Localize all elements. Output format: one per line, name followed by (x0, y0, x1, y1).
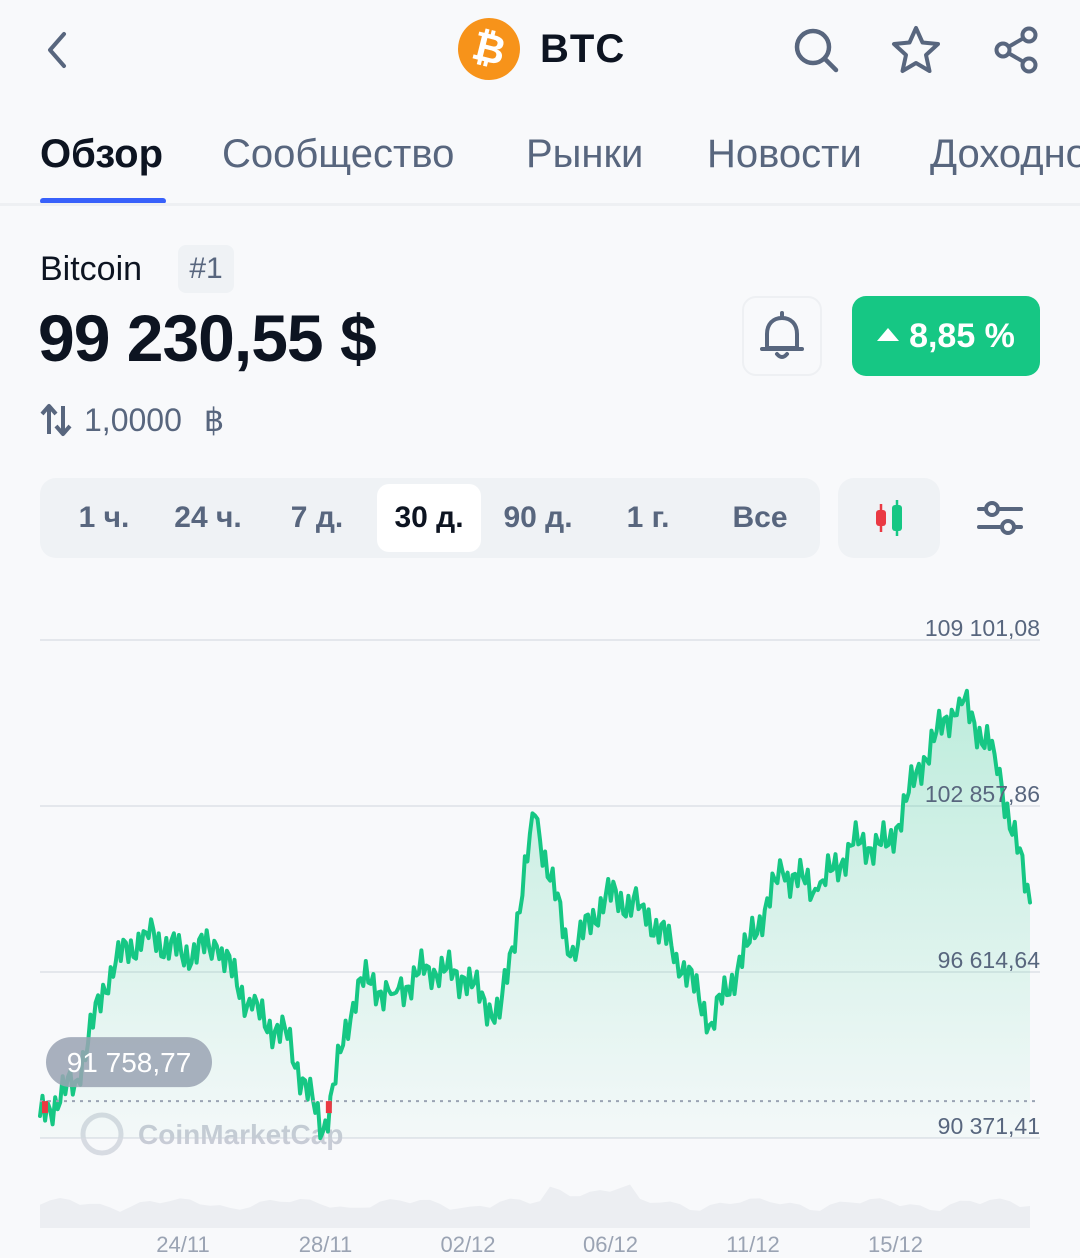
up-triangle-icon (877, 327, 900, 341)
bitcoin-logo-icon: ₿ (451, 11, 527, 87)
x-tick-label: 24/11 (156, 1232, 209, 1257)
x-tick-label: 06/12 (583, 1232, 638, 1257)
range-1h[interactable]: 1 ч. (50, 484, 158, 552)
start-price-label: 91 758,77 (67, 1047, 192, 1078)
coin-name: Bitcoin (40, 250, 143, 288)
section-tabs: Обзор Сообщество Рынки Новости Доходно (0, 110, 1080, 206)
back-button[interactable] (30, 22, 86, 78)
range-24h[interactable]: 24 ч. (158, 484, 258, 552)
search-icon (794, 28, 839, 73)
low-marker (325, 1101, 332, 1114)
price-change-badge: 8,85 % (852, 296, 1040, 376)
y-tick-label: 90 371,41 (938, 1113, 1040, 1139)
tab-markets[interactable]: Рынки (526, 132, 643, 177)
search-button[interactable] (786, 20, 846, 80)
price-chart[interactable]: CoinMarketCap 91 758,77 109 101,08102 85… (0, 590, 1080, 1258)
star-icon (892, 26, 940, 73)
candlestick-icon (876, 500, 902, 536)
bell-icon (760, 311, 804, 359)
conversion-unit: ฿ (203, 402, 225, 438)
range-all[interactable]: Все (704, 484, 816, 552)
current-price: 99 230,55 $ (38, 301, 377, 375)
coin-symbol: BTC (540, 26, 626, 71)
sliders-icon (977, 501, 1023, 535)
conversion-value: 1,0000 (84, 401, 182, 438)
y-tick-label: 102 857,86 (925, 781, 1040, 807)
watchlist-button[interactable] (886, 20, 946, 80)
active-tab-indicator (40, 198, 166, 203)
y-tick-label: 109 101,08 (925, 615, 1040, 641)
tab-community[interactable]: Сообщество (222, 132, 454, 177)
range-90d[interactable]: 90 д. (486, 484, 590, 552)
tab-yield[interactable]: Доходно (930, 132, 1080, 177)
chart-settings-button[interactable] (960, 478, 1040, 558)
swap-arrows-icon (40, 404, 72, 436)
x-tick-label: 02/12 (440, 1232, 495, 1257)
conversion-row[interactable]: 1,0000 ฿ (40, 400, 224, 440)
low-marker (42, 1101, 48, 1114)
top-bar: ₿ BTC (0, 0, 1080, 100)
x-tick-label: 15/12 (868, 1232, 923, 1257)
time-range-selector: 1 ч. 24 ч. 7 д. 30 д. 90 д. 1 г. Все (40, 478, 820, 558)
coin-title: ₿ BTC (451, 11, 626, 87)
range-1y[interactable]: 1 г. (600, 484, 696, 552)
rank-badge: #1 (178, 245, 234, 293)
x-tick-label: 11/12 (726, 1232, 779, 1257)
tab-overview[interactable]: Обзор (40, 132, 163, 177)
volume-area (40, 1184, 1030, 1228)
range-7d[interactable]: 7 д. (266, 484, 368, 552)
share-button[interactable] (986, 20, 1046, 80)
y-tick-label: 96 614,64 (938, 947, 1041, 973)
price-alert-button[interactable] (742, 296, 822, 376)
price-change-value: 8,85 % (909, 316, 1015, 355)
range-30d[interactable]: 30 д. (377, 484, 481, 552)
share-icon (994, 26, 1038, 74)
back-arrow-icon (48, 32, 66, 68)
candlestick-toggle[interactable] (838, 478, 940, 558)
x-tick-label: 28/11 (299, 1232, 352, 1257)
tab-news[interactable]: Новости (707, 132, 862, 177)
